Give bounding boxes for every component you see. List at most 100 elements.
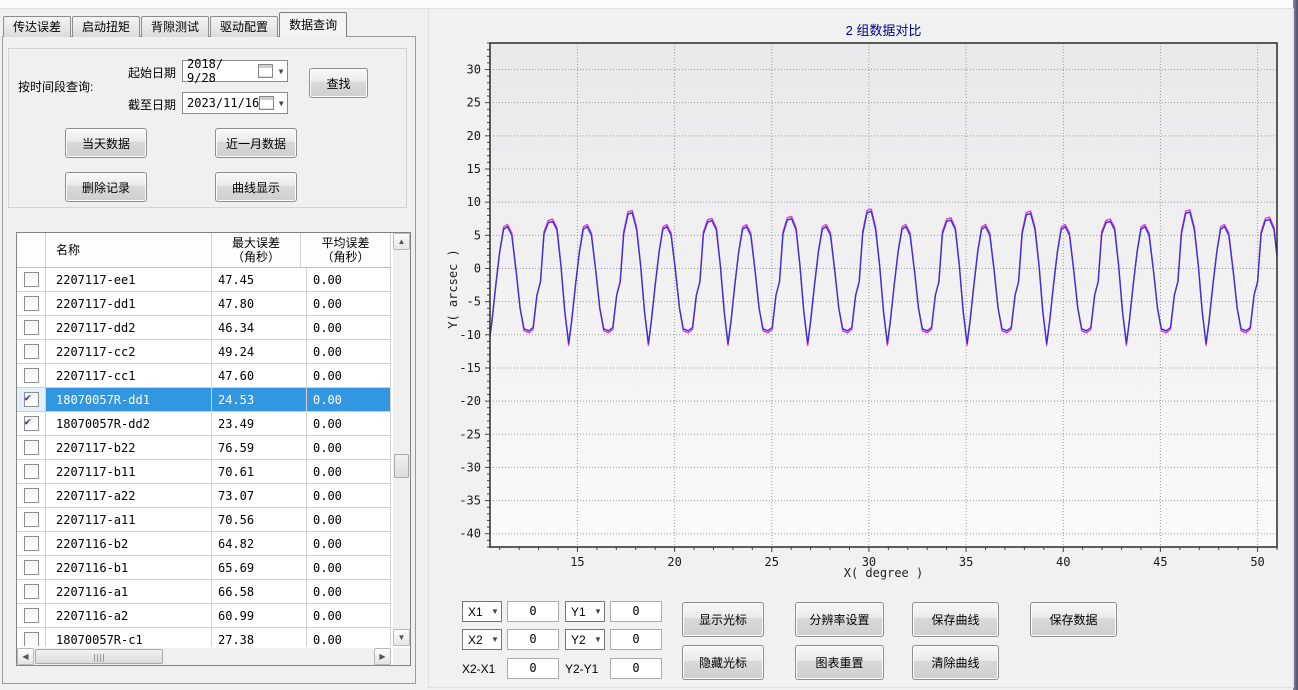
row-checkbox[interactable] xyxy=(24,272,39,287)
table-row[interactable]: 2207117-cc147.600.00 xyxy=(17,364,391,388)
recent-month-button[interactable]: 近一月数据 xyxy=(215,128,297,158)
row-checkbox[interactable] xyxy=(24,584,39,599)
x-tick-label: 20 xyxy=(667,555,681,569)
today-data-button[interactable]: 当天数据 xyxy=(65,128,147,158)
table-row[interactable]: 2207117-cc249.240.00 xyxy=(17,340,391,364)
table-row[interactable]: 2207116-a166.580.00 xyxy=(17,580,391,604)
row-checkbox[interactable] xyxy=(24,320,39,335)
row-checkbox[interactable] xyxy=(24,488,39,503)
tab-item[interactable]: 背隙测试 xyxy=(141,16,209,37)
row-name: 18070057R-dd2 xyxy=(46,412,212,435)
row-max-error: 23.49 xyxy=(212,412,307,435)
tab-item[interactable]: 启动扭矩 xyxy=(72,16,140,37)
table-row[interactable]: 2207117-dd246.340.00 xyxy=(17,316,391,340)
row-checkbox[interactable] xyxy=(24,608,39,623)
header-avg-error[interactable]: 平均误差（角秒） xyxy=(301,233,391,267)
header-max-error[interactable]: 最大误差（角秒） xyxy=(212,233,301,267)
table-row[interactable]: 2207117-a1170.560.00 xyxy=(17,508,391,532)
comparison-chart[interactable]: 1520253035404550302520151050-5-10-15-20-… xyxy=(428,37,1288,589)
row-checkbox-cell xyxy=(17,364,46,387)
row-name: 2207117-b22 xyxy=(46,436,212,459)
table-row[interactable]: 2207116-a260.990.00 xyxy=(17,604,391,628)
dx-label: X2-X1 xyxy=(462,662,495,676)
table-row[interactable]: 2207116-b165.690.00 xyxy=(17,556,391,580)
chevron-down-icon[interactable]: ▼ xyxy=(489,607,501,616)
vertical-scroll-thumb[interactable] xyxy=(394,454,409,478)
header-name[interactable]: 名称 xyxy=(46,233,212,267)
x-tick-label: 15 xyxy=(570,555,584,569)
x2-value-field[interactable]: 0 xyxy=(507,629,559,650)
row-name: 18070057R-dd1 xyxy=(46,388,212,411)
row-checkbox[interactable] xyxy=(24,296,39,311)
scroll-right-icon[interactable]: ▶ xyxy=(374,648,391,665)
row-name: 2207116-a1 xyxy=(46,580,212,603)
chevron-down-icon[interactable]: ▼ xyxy=(592,607,604,616)
calendar-icon[interactable] xyxy=(259,96,273,110)
y1-cursor-select[interactable]: Y1 ▼ xyxy=(565,601,605,622)
table-row[interactable]: 18070057R-c127.380.00 xyxy=(17,628,391,646)
table-row[interactable]: 2207116-b264.820.00 xyxy=(17,532,391,556)
calendar-icon[interactable] xyxy=(258,64,273,78)
curve-display-button[interactable]: 曲线显示 xyxy=(215,172,297,202)
table-row[interactable]: 2207117-b2276.590.00 xyxy=(17,436,391,460)
save-data-button[interactable]: 保存数据 xyxy=(1030,602,1117,637)
row-checkbox[interactable] xyxy=(24,392,39,407)
row-checkbox[interactable] xyxy=(24,440,39,455)
row-checkbox[interactable] xyxy=(24,368,39,383)
row-checkbox[interactable] xyxy=(24,464,39,479)
chart-reset-button[interactable]: 图表重置 xyxy=(795,645,884,680)
row-checkbox[interactable] xyxy=(24,512,39,527)
y-tick-label: 0 xyxy=(474,261,481,275)
table-row[interactable]: 18070057R-dd223.490.00 xyxy=(17,412,391,436)
chevron-down-icon[interactable]: ▼ xyxy=(489,635,501,644)
dx-value-field[interactable]: 0 xyxy=(507,658,559,679)
start-date-picker[interactable]: 2018/ 9/28 ▼ xyxy=(182,60,288,82)
chevron-down-icon[interactable]: ▼ xyxy=(592,635,604,644)
scroll-down-icon[interactable]: ▼ xyxy=(393,629,410,646)
hide-cursor-button[interactable]: 隐藏光标 xyxy=(682,645,764,680)
row-checkbox[interactable] xyxy=(24,536,39,551)
row-checkbox[interactable] xyxy=(24,416,39,431)
table-row[interactable]: 2207117-a2273.070.00 xyxy=(17,484,391,508)
table-row[interactable]: 18070057R-dd124.530.00 xyxy=(17,388,391,412)
scroll-up-icon[interactable]: ▲ xyxy=(393,233,410,250)
horizontal-scrollbar[interactable]: ◀ ▶ xyxy=(17,648,391,665)
plot-area[interactable] xyxy=(490,43,1277,547)
clear-curve-button[interactable]: 清除曲线 xyxy=(912,645,999,680)
table-body: 2207117-ee147.450.002207117-dd147.800.00… xyxy=(17,268,391,646)
y2-value-field[interactable]: 0 xyxy=(610,629,662,650)
delete-record-button[interactable]: 删除记录 xyxy=(65,172,147,202)
y2-cursor-select[interactable]: Y2 ▼ xyxy=(565,629,605,650)
row-checkbox[interactable] xyxy=(24,632,39,646)
row-max-error: 70.56 xyxy=(212,508,307,531)
row-name: 2207117-dd1 xyxy=(46,292,212,315)
row-checkbox[interactable] xyxy=(24,560,39,575)
tab-item[interactable]: 驱动配置 xyxy=(210,16,278,37)
y1-value-field[interactable]: 0 xyxy=(610,601,662,622)
end-date-picker[interactable]: 2023/11/16 ▼ xyxy=(182,92,288,114)
tab-item[interactable]: 传达误差 xyxy=(3,16,71,37)
horizontal-scroll-thumb[interactable] xyxy=(35,649,163,664)
dy-value-field[interactable]: 0 xyxy=(610,658,662,679)
x1-cursor-select[interactable]: X1 ▼ xyxy=(462,601,502,622)
tab-item[interactable]: 数据查询 xyxy=(279,12,347,37)
y-tick-label: -15 xyxy=(459,361,481,375)
row-avg-error: 0.00 xyxy=(307,364,391,387)
scroll-left-icon[interactable]: ◀ xyxy=(17,648,34,665)
vertical-scrollbar[interactable]: ▲ ▼ xyxy=(393,233,410,646)
row-checkbox[interactable] xyxy=(24,344,39,359)
show-cursor-button[interactable]: 显示光标 xyxy=(682,602,764,637)
table-row[interactable]: 2207117-ee147.450.00 xyxy=(17,268,391,292)
search-button[interactable]: 查找 xyxy=(309,68,368,98)
row-checkbox-cell xyxy=(17,316,46,339)
chevron-down-icon[interactable]: ▼ xyxy=(276,99,287,108)
start-date-value: 2018/ 9/28 xyxy=(183,57,258,85)
save-curve-button[interactable]: 保存曲线 xyxy=(912,602,999,637)
resolution-settings-button[interactable]: 分辨率设置 xyxy=(795,602,884,637)
x1-value-field[interactable]: 0 xyxy=(507,601,559,622)
table-row[interactable]: 2207117-b1170.610.00 xyxy=(17,460,391,484)
row-name: 2207116-b2 xyxy=(46,532,212,555)
x2-cursor-select[interactable]: X2 ▼ xyxy=(462,629,502,650)
table-row[interactable]: 2207117-dd147.800.00 xyxy=(17,292,391,316)
chevron-down-icon[interactable]: ▼ xyxy=(275,67,287,76)
